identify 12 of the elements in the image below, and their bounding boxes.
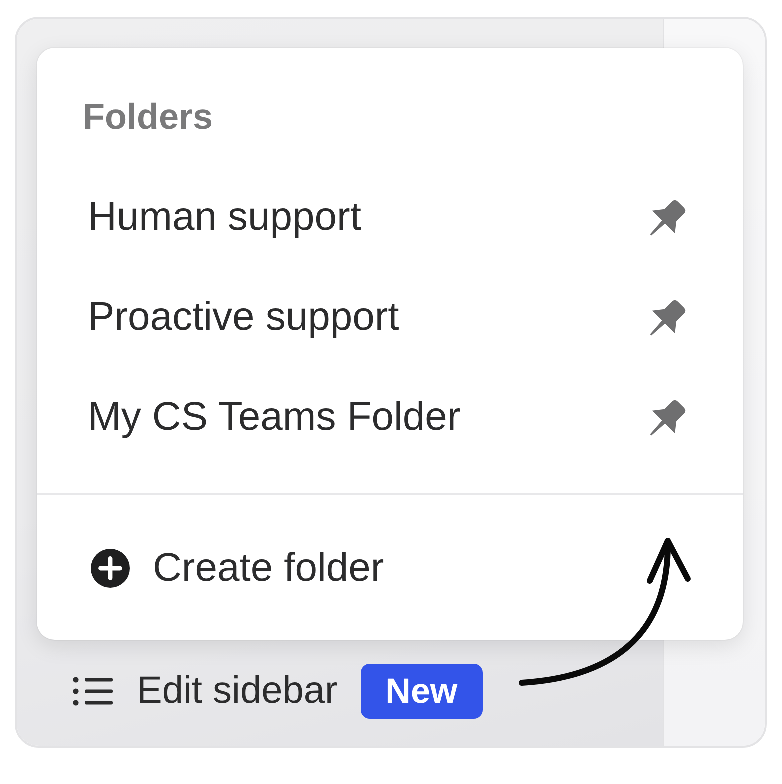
- folder-item[interactable]: My CS Teams Folder: [37, 367, 743, 467]
- list-icon: [73, 677, 113, 706]
- pin-icon[interactable]: [650, 298, 688, 336]
- folder-item[interactable]: Proactive support: [37, 267, 743, 367]
- folder-item[interactable]: Human support: [37, 167, 743, 267]
- edit-sidebar-button[interactable]: Edit sidebar: [73, 670, 338, 713]
- plus-circle-icon: [91, 548, 130, 588]
- pin-icon[interactable]: [650, 398, 688, 436]
- menu-heading: Folders: [82, 97, 214, 137]
- pin-icon[interactable]: [650, 198, 688, 236]
- create-folder-button[interactable]: Create folder: [37, 518, 743, 618]
- new-badge: New: [360, 664, 483, 719]
